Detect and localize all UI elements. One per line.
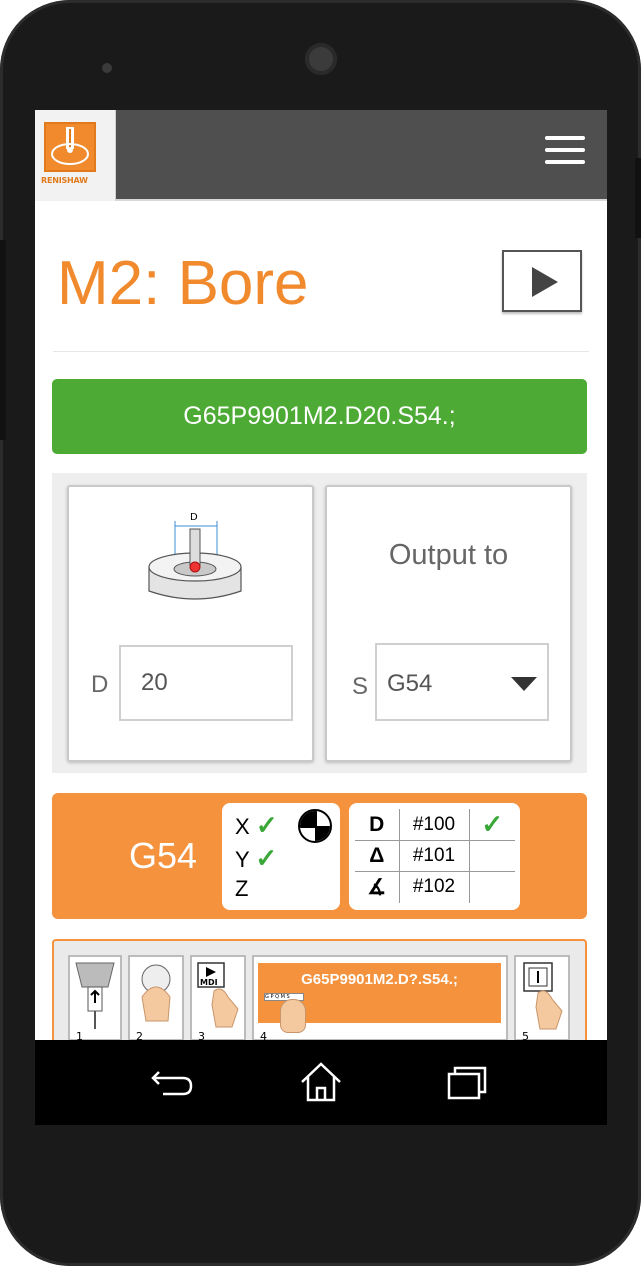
input-panels: D D 20 Output to S G54 xyxy=(52,473,587,773)
pointing-hand-icon xyxy=(280,999,306,1033)
axis-row-x: X ✓ xyxy=(235,810,278,841)
variable-row: Δ #101 xyxy=(355,840,515,872)
title-divider xyxy=(53,351,589,352)
diameter-card: D D 20 xyxy=(67,485,314,762)
axis-row-z: Z xyxy=(235,876,248,902)
sensor-dot xyxy=(102,63,112,73)
variable-symbol: D xyxy=(355,809,400,841)
variable-id: #102 xyxy=(398,871,470,903)
recents-icon[interactable] xyxy=(441,1060,491,1104)
axis-z-label: Z xyxy=(235,876,249,901)
dropdown-arrow-icon xyxy=(511,677,537,691)
play-button[interactable] xyxy=(502,250,582,312)
app-bar: RENISHAW xyxy=(35,110,607,201)
variable-symbol: Δ xyxy=(355,840,400,872)
check-icon: ✓ xyxy=(481,809,504,839)
variables-table: D #100 ✓ Δ #101 ∡ #102 xyxy=(355,809,515,903)
work-offset-selected: G54 xyxy=(387,670,433,697)
bore-diagram-icon: D xyxy=(148,512,242,600)
gcode-command-bar[interactable]: G65P9901M2.D20.S54.; xyxy=(52,379,587,454)
output-card: Output to S G54 xyxy=(325,485,572,762)
axis-x-label: X xyxy=(235,814,250,839)
cycle-start-hand-icon xyxy=(523,962,563,1030)
variable-symbol: ∡ xyxy=(355,871,400,903)
page-title: M2: Bore xyxy=(57,249,309,318)
axes-card: X ✓ Y ✓ Z xyxy=(222,803,340,910)
check-icon: ✓ xyxy=(255,810,278,840)
output-title: Output to xyxy=(388,539,509,571)
jog-wheel-hand-icon xyxy=(141,964,171,1022)
step-2[interactable]: 2 xyxy=(128,955,184,1043)
axis-y-label: Y xyxy=(235,847,250,872)
work-offset-select[interactable]: G54 xyxy=(375,643,549,721)
variable-id: #101 xyxy=(398,840,470,872)
app-screen: RENISHAW M2: Bore G65P9901M2.D20.S54.; D xyxy=(35,110,607,1125)
hamburger-menu-icon[interactable] xyxy=(545,136,585,168)
play-icon xyxy=(532,267,558,297)
probe-logo-icon xyxy=(51,127,89,165)
variables-card: D #100 ✓ Δ #101 ∡ #102 xyxy=(349,803,520,910)
work-offset-label: G54 xyxy=(129,835,198,876)
spindle-probe-icon xyxy=(75,962,115,1029)
step-4[interactable]: G65P9901M2.D?.S54.; G P Q M S 4 xyxy=(252,955,508,1043)
variable-check xyxy=(468,871,515,903)
diameter-label: D xyxy=(91,671,109,698)
variable-check: ✓ xyxy=(468,809,515,841)
axis-row-y: Y ✓ xyxy=(235,843,277,874)
logo-mark xyxy=(44,122,96,172)
mdi-label: MDI xyxy=(200,978,218,987)
system-nav-bar xyxy=(35,1040,607,1125)
home-icon[interactable] xyxy=(296,1060,346,1104)
variable-id: #100 xyxy=(398,809,470,841)
diameter-input[interactable]: 20 xyxy=(119,645,293,721)
step-1[interactable]: 1 xyxy=(68,955,122,1043)
logo-text: RENISHAW xyxy=(41,176,88,185)
variable-row: ∡ #102 xyxy=(355,871,515,903)
side-button-right xyxy=(635,158,641,238)
back-icon[interactable] xyxy=(147,1060,197,1104)
center-target-icon xyxy=(298,809,332,843)
variable-check xyxy=(468,840,515,872)
renishaw-logo[interactable]: RENISHAW xyxy=(35,110,116,201)
output-summary-panel: G54 X ✓ Y ✓ Z D #100 ✓ Δ #101 ∡ #102 xyxy=(52,793,587,919)
step-5[interactable]: 5 xyxy=(514,955,570,1043)
check-icon: ✓ xyxy=(255,843,278,873)
side-button-left xyxy=(0,240,6,440)
variable-row: D #100 ✓ xyxy=(355,809,515,841)
step-3[interactable]: MDI 3 xyxy=(190,955,246,1043)
phone-frame: RENISHAW M2: Bore G65P9901M2.D20.S54.; D xyxy=(0,0,641,1266)
mdi-button-icon: MDI xyxy=(197,962,239,1028)
diagram-d-label: D xyxy=(190,512,198,523)
output-label: S xyxy=(352,673,369,700)
front-camera xyxy=(305,43,337,75)
